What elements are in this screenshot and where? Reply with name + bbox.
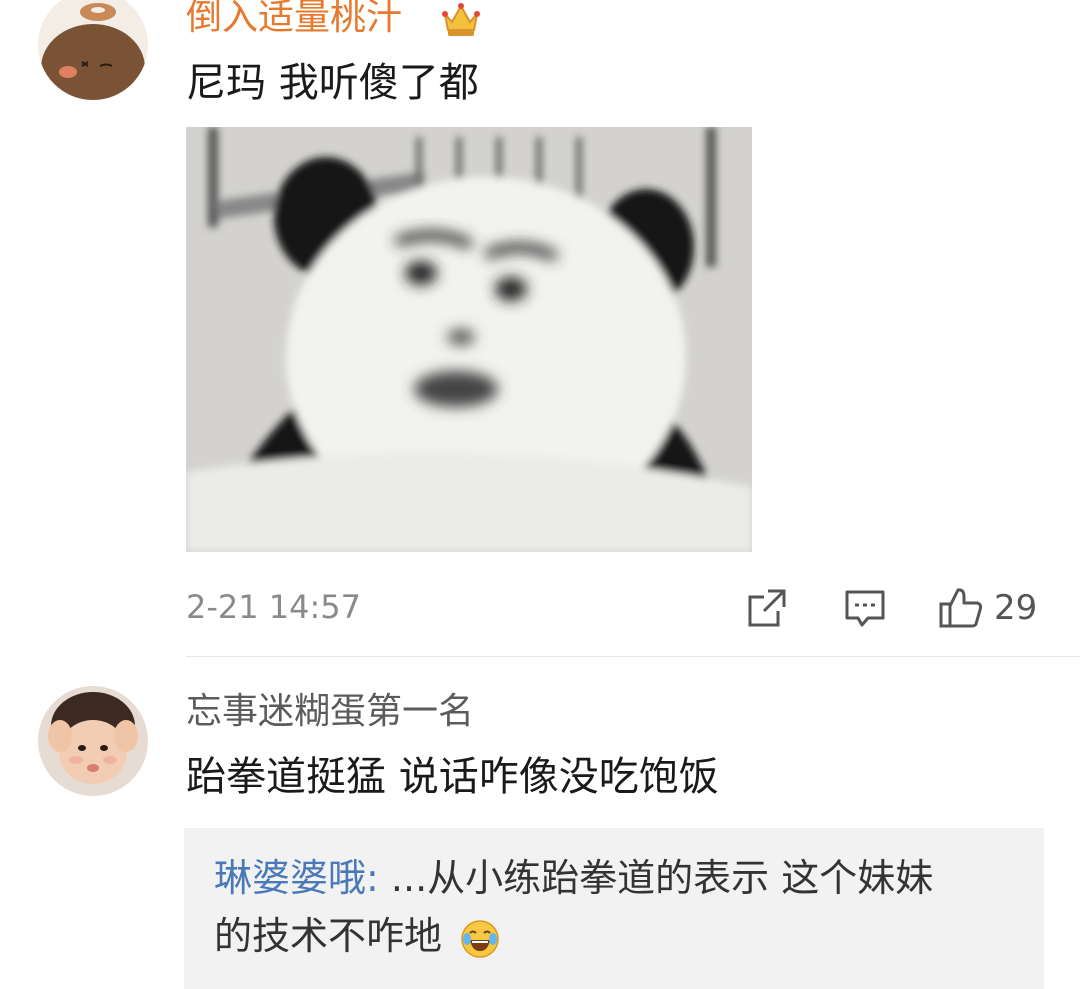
reply-text-1: ...从小练跆拳道的表示 这个妹妹 [378,856,934,900]
baby-avatar-icon [38,686,148,796]
like-count: 29 [994,588,1038,628]
comment-timestamp: 2-21 14:57 [186,588,362,626]
laughing-crying-emoji-icon [461,919,499,958]
panda-meme-image [186,127,752,552]
nested-reply[interactable]: 琳婆婆哦: ...从小练跆拳道的表示 这个妹妹 的技术不咋地 [184,828,1044,989]
like-button[interactable]: 29 [938,584,1037,632]
comment-author[interactable]: 倒入适量桃汁 [186,0,402,40]
comment-text: 尼玛 我听傻了都 [186,60,479,106]
comment-text: 跆拳道挺猛 说话咋像没吃饱饭 [186,754,719,800]
reply-line-1: 琳婆婆哦: ...从小练跆拳道的表示 这个妹妹 [214,854,933,902]
comment-author[interactable]: 忘事迷糊蛋第一名 [186,690,474,734]
meme-image[interactable] [186,127,752,552]
thumbs-up-icon [939,588,983,628]
comment-divider [186,656,1080,657]
avatar[interactable] [38,686,148,796]
reply-author[interactable]: 琳婆婆哦 [214,856,366,900]
share-button[interactable] [746,584,788,632]
avatar[interactable] [38,0,148,100]
share-icon [748,589,786,627]
vip-crown-icon [442,3,480,36]
reply-text-2: 的技术不咋地 [214,914,443,958]
reply-button[interactable] [844,584,886,632]
donut-avatar-icon [38,0,148,100]
reply-separator: : [366,856,379,900]
reply-line-2: 的技术不咋地 [214,912,500,960]
comment-icon [845,590,885,627]
comment-feed: 倒入适量桃汁 尼玛 我听傻了都 2-21 14:57 29 忘事迷糊蛋第一名 跆… [0,0,1080,989]
